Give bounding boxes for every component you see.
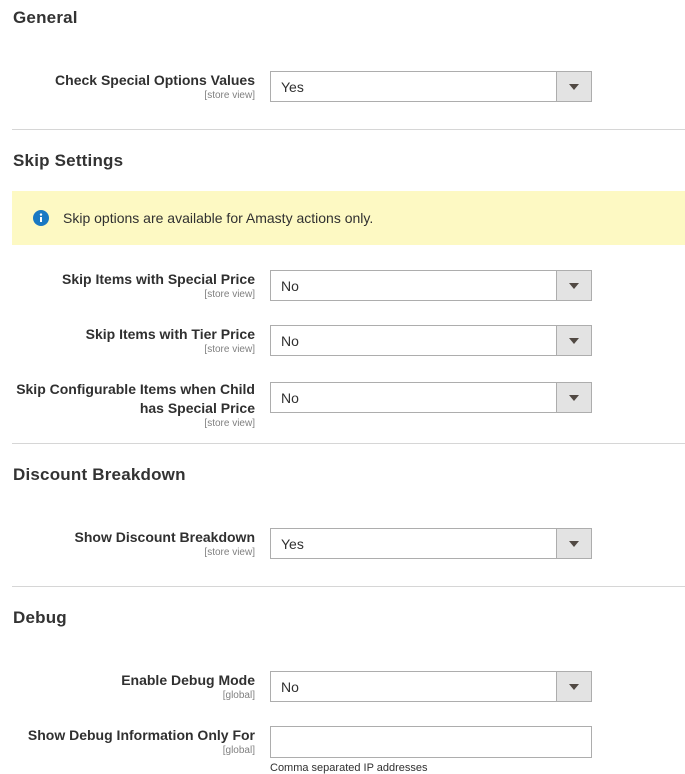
section-title-discount-breakdown: Discount Breakdown bbox=[13, 465, 186, 484]
skip-special-price-select[interactable]: No bbox=[270, 270, 592, 301]
chevron-down-icon[interactable] bbox=[556, 672, 591, 701]
scope-label: [store view] bbox=[204, 344, 255, 355]
skip-configurable-label-line1: Skip Configurable Items when Child bbox=[16, 381, 255, 397]
section-title-debug: Debug bbox=[13, 608, 67, 627]
chevron-down-icon[interactable] bbox=[556, 383, 591, 412]
debug-ip-hint: Comma separated IP addresses bbox=[270, 762, 428, 774]
scope-label: [store view] bbox=[204, 418, 255, 429]
skip-tier-price-select[interactable]: No bbox=[270, 325, 592, 356]
select-value: No bbox=[281, 678, 299, 695]
section-title-skip-settings: Skip Settings bbox=[13, 151, 124, 170]
select-value: No bbox=[281, 277, 299, 294]
debug-ip-label: Show Debug Information Only For bbox=[27, 727, 255, 743]
field-label: Enable Debug Mode [global] bbox=[0, 671, 255, 702]
select-value: Yes bbox=[281, 535, 304, 552]
info-icon bbox=[33, 210, 49, 226]
divider bbox=[12, 443, 685, 444]
divider bbox=[12, 129, 685, 130]
scope-label: [store view] bbox=[204, 90, 255, 101]
field-label: Show Debug Information Only For [global] bbox=[0, 726, 255, 757]
enable-debug-mode-select[interactable]: No bbox=[270, 671, 592, 702]
field-label: Skip Items with Tier Price [store view] bbox=[0, 325, 255, 356]
show-discount-breakdown-label: Show Discount Breakdown bbox=[74, 529, 255, 545]
skip-tier-price-label: Skip Items with Tier Price bbox=[85, 326, 255, 342]
skip-special-price-label: Skip Items with Special Price bbox=[62, 271, 255, 287]
debug-ip-input[interactable] bbox=[270, 726, 592, 758]
skip-configurable-select[interactable]: No bbox=[270, 382, 592, 413]
scope-label: [store view] bbox=[204, 289, 255, 300]
scope-label: [global] bbox=[222, 745, 255, 756]
chevron-down-icon[interactable] bbox=[556, 529, 591, 558]
chevron-down-icon[interactable] bbox=[556, 72, 591, 101]
divider bbox=[12, 586, 685, 587]
scope-label: [store view] bbox=[204, 547, 255, 558]
notice-message: Skip options are available for Amasty ac… bbox=[12, 191, 685, 245]
field-label: Show Discount Breakdown [store view] bbox=[0, 528, 255, 559]
select-value: No bbox=[281, 332, 299, 349]
notice-text: Skip options are available for Amasty ac… bbox=[63, 210, 374, 226]
chevron-down-icon[interactable] bbox=[556, 271, 591, 300]
show-discount-breakdown-select[interactable]: Yes bbox=[270, 528, 592, 559]
section-title-general: General bbox=[13, 8, 78, 27]
enable-debug-mode-label: Enable Debug Mode bbox=[121, 672, 255, 688]
field-label: Skip Configurable Items when Child has S… bbox=[0, 380, 255, 430]
check-special-options-select[interactable]: Yes bbox=[270, 71, 592, 102]
field-label: Check Special Options Values [store view… bbox=[0, 71, 255, 102]
select-value: No bbox=[281, 389, 299, 406]
field-label: Skip Items with Special Price [store vie… bbox=[0, 270, 255, 301]
chevron-down-icon[interactable] bbox=[556, 326, 591, 355]
check-special-options-label: Check Special Options Values bbox=[55, 72, 255, 88]
scope-label: [global] bbox=[222, 690, 255, 701]
select-value: Yes bbox=[281, 78, 304, 95]
skip-configurable-label-line2: has Special Price bbox=[139, 400, 255, 416]
